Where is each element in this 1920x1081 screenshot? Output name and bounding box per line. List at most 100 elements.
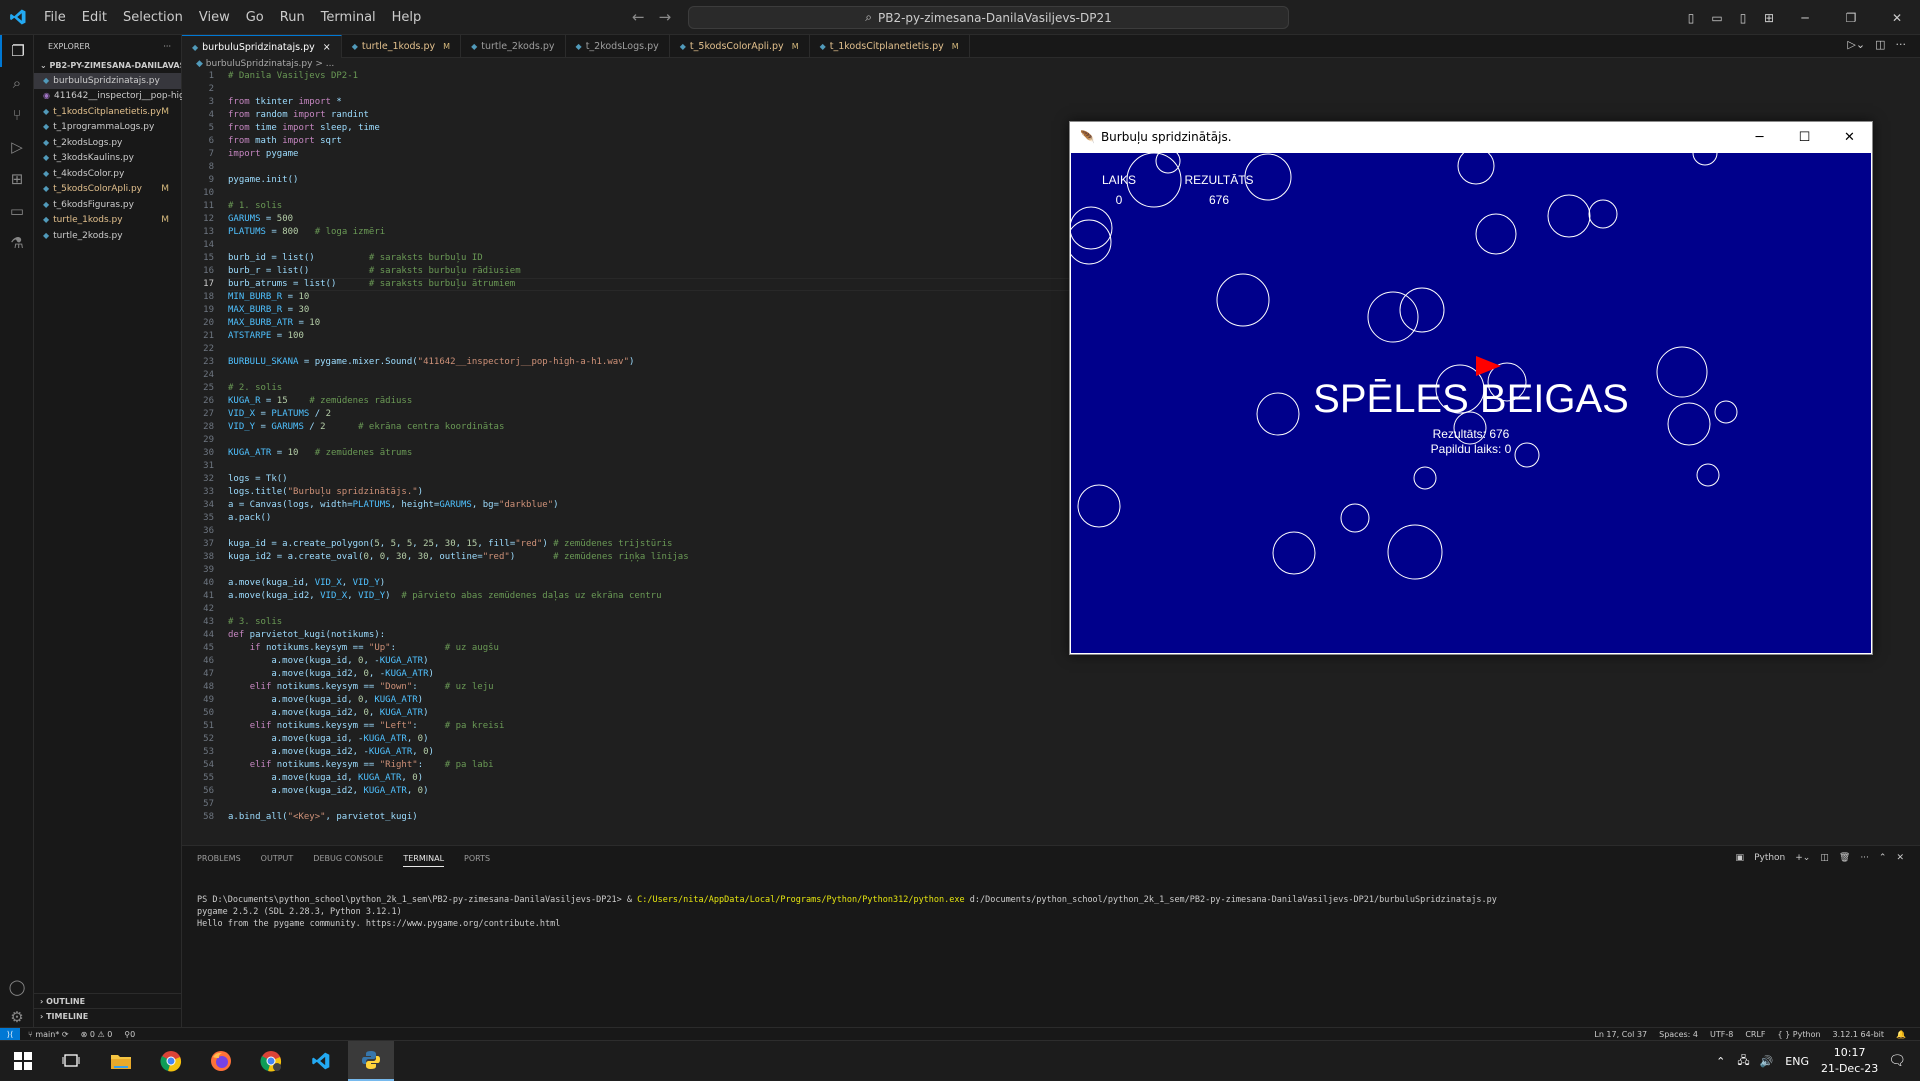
close-icon[interactable]: ✕ xyxy=(1827,122,1872,152)
file-item[interactable]: ◉ 411642__inspectorj__pop-hig... xyxy=(34,89,193,105)
editor-tab[interactable]: ◆ t_5kodsColorApli.py M xyxy=(670,35,810,58)
file-item[interactable]: ◆ t_2kodsLogs.py xyxy=(34,135,181,151)
workspace-root[interactable]: ⌄ PB2-PY-ZIMESANA-DANILAVASILI... xyxy=(34,57,181,73)
customize-layout-icon[interactable]: ⊞ xyxy=(1756,11,1782,25)
task-view-icon[interactable] xyxy=(48,1041,94,1081)
file-item[interactable]: ◆ turtle_2kods.py xyxy=(34,228,181,244)
branch-indicator[interactable]: ⑂ main* ⟳ xyxy=(28,1030,69,1039)
firefox-icon[interactable] xyxy=(198,1041,244,1081)
more-actions-icon[interactable]: ··· xyxy=(163,42,171,51)
panel-tab[interactable]: PORTS xyxy=(464,854,490,867)
file-item[interactable]: ◆ t_4kodsColor.py xyxy=(34,166,181,182)
encoding[interactable]: UTF-8 xyxy=(1710,1030,1733,1039)
editor-tab[interactable]: ◆ turtle_1kods.py M xyxy=(342,35,462,58)
bell-icon[interactable]: 🔔 xyxy=(1896,1030,1906,1039)
panel-tab[interactable]: PROBLEMS xyxy=(197,854,241,867)
menu-go[interactable]: Go xyxy=(238,10,272,25)
volume-icon[interactable]: 🔊 xyxy=(1760,1055,1774,1068)
run-python-icon[interactable]: ▷⌄ xyxy=(1847,38,1865,51)
add-terminal-icon[interactable]: +⌄ xyxy=(1795,853,1810,863)
minimize-icon[interactable]: ─ xyxy=(1782,11,1828,25)
editor-tab[interactable]: ◆ turtle_2kods.py xyxy=(461,35,566,58)
vscode-taskbar-icon[interactable] xyxy=(298,1041,344,1081)
file-explorer-icon[interactable] xyxy=(98,1041,144,1081)
close-icon[interactable]: ✕ xyxy=(1896,853,1904,863)
close-tab-icon[interactable]: × xyxy=(323,42,331,53)
extensions-icon[interactable]: ⊞ xyxy=(0,163,34,195)
python-taskbar-icon[interactable] xyxy=(348,1041,394,1081)
search-icon[interactable]: ⌕ xyxy=(0,67,34,99)
minimize-icon[interactable]: ─ xyxy=(1737,122,1782,152)
file-item[interactable]: ◆ t_1kodsCitplanetietis.py M xyxy=(34,104,181,120)
remote-explorer-icon[interactable]: ▭ xyxy=(0,195,34,227)
chrome-profile-icon[interactable] xyxy=(248,1041,294,1081)
back-arrow-icon[interactable]: ← xyxy=(632,8,645,26)
chrome-icon[interactable] xyxy=(148,1041,194,1081)
file-item[interactable]: ◆ turtle_1kods.py M xyxy=(34,213,181,229)
file-item-left: ◆ t_2kodsLogs.py xyxy=(43,138,122,148)
menu-view[interactable]: View xyxy=(191,10,238,25)
close-icon[interactable]: ✕ xyxy=(1874,11,1920,25)
more-actions-icon[interactable]: ··· xyxy=(1860,853,1869,863)
menu-selection[interactable]: Selection xyxy=(115,10,191,25)
forward-arrow-icon[interactable]: → xyxy=(659,8,672,26)
terminal-profile-label[interactable]: Python xyxy=(1754,853,1785,863)
timeline-section[interactable]: › TIMELINE xyxy=(34,1008,182,1023)
game-window-titlebar[interactable]: 🪶 Burbuļu spridzinātājs. ─ ☐ ✕ xyxy=(1070,122,1872,152)
account-icon[interactable]: ◯ xyxy=(0,971,34,1003)
clock[interactable]: 10:17 21-Dec-23 xyxy=(1821,1045,1878,1077)
maximize-panel-icon[interactable]: ⌃ xyxy=(1879,853,1887,863)
run-debug-icon[interactable]: ▷ xyxy=(0,131,34,163)
trash-icon[interactable]: 🗑 xyxy=(1839,853,1850,863)
editor-tab[interactable]: ◆ t_2kodsLogs.py xyxy=(566,35,670,58)
explorer-icon[interactable]: ❐ xyxy=(0,35,34,67)
python-interpreter[interactable]: 3.12.1 64-bit xyxy=(1833,1030,1885,1039)
line-ending[interactable]: CRLF xyxy=(1745,1030,1765,1039)
toggle-panel-icon[interactable]: ▭ xyxy=(1704,11,1730,25)
split-terminal-icon[interactable]: ◫ xyxy=(1820,853,1829,863)
game-canvas[interactable]: LAIKS 0 REZULTĀTS 676 SPĒLES BEIGAS Rezu… xyxy=(1071,153,1871,653)
split-editor-icon[interactable]: ◫ xyxy=(1875,38,1885,51)
indentation[interactable]: Spaces: 4 xyxy=(1659,1030,1698,1039)
source-control-icon[interactable]: ⑂ xyxy=(0,99,34,131)
file-item[interactable]: ◆ t_6kodsFiguras.py xyxy=(34,197,181,213)
panel-tab[interactable]: TERMINAL xyxy=(403,854,445,867)
panel-tab[interactable]: OUTPUT xyxy=(261,854,294,867)
line-number: 22 xyxy=(203,344,214,354)
menu-run[interactable]: Run xyxy=(272,10,313,25)
language-mode[interactable]: { } Python xyxy=(1778,1030,1821,1039)
problems-indicator[interactable]: ⊗ 0 ⚠ 0 xyxy=(81,1030,113,1039)
menu-help[interactable]: Help xyxy=(384,10,430,25)
menu-file[interactable]: File xyxy=(36,10,74,25)
chevron-up-icon[interactable]: ⌃ xyxy=(1716,1055,1725,1068)
terminal-output[interactable]: PS D:\Documents\python_school\python_2k_… xyxy=(197,894,1497,930)
code-line: 42 xyxy=(182,603,1082,616)
toggle-secondary-sidebar-icon[interactable]: ▯ xyxy=(1730,11,1756,25)
notification-icon[interactable]: 🗨 xyxy=(1888,1053,1906,1069)
panel-tab[interactable]: DEBUG CONSOLE xyxy=(313,854,383,867)
command-center[interactable]: ⌕ PB2-py-zimesana-DanilaVasiljevs-DP21 xyxy=(688,6,1289,29)
testing-icon[interactable]: ⚗ xyxy=(0,227,34,259)
remote-icon[interactable]: ⟩⟨ xyxy=(0,1027,20,1041)
maximize-icon[interactable]: ☐ xyxy=(1782,122,1827,152)
toggle-sidebar-icon[interactable]: ▯ xyxy=(1678,11,1704,25)
input-language[interactable]: ENG xyxy=(1785,1055,1809,1068)
more-actions-icon[interactable]: ··· xyxy=(1896,38,1907,51)
editor-tab[interactable]: ◆ t_1kodsCitplanetietis.py M xyxy=(810,35,970,58)
breadcrumb[interactable]: ◆ burbuluSpridzinatajs.py > ... xyxy=(196,59,334,69)
windows-start-icon[interactable] xyxy=(0,1041,46,1081)
cursor-position[interactable]: Ln 17, Col 37 xyxy=(1594,1030,1647,1039)
file-item-left: ◆ t_1kodsCitplanetietis.py xyxy=(43,107,161,117)
restore-icon[interactable]: ❐ xyxy=(1828,11,1874,25)
file-item[interactable]: ◆ t_1programmaLogs.py xyxy=(34,120,181,136)
file-item[interactable]: ◆ t_3kodsKaulins.py xyxy=(34,151,181,167)
network-icon[interactable]: 🖧 xyxy=(1737,1052,1749,1071)
file-item[interactable]: ◆ burbuluSpridzinatajs.py xyxy=(34,73,181,89)
editor-tab[interactable]: ◆ burbuluSpridzinatajs.py × xyxy=(182,35,342,58)
menu-edit[interactable]: Edit xyxy=(74,10,115,25)
ports-indicator[interactable]: ⚲0 xyxy=(124,1030,135,1039)
file-item[interactable]: ◆ t_5kodsColorApli.py M xyxy=(34,182,181,198)
code-line: 7 import pygame xyxy=(182,148,1082,161)
menu-terminal[interactable]: Terminal xyxy=(313,10,384,25)
outline-section[interactable]: › OUTLINE xyxy=(34,993,182,1008)
